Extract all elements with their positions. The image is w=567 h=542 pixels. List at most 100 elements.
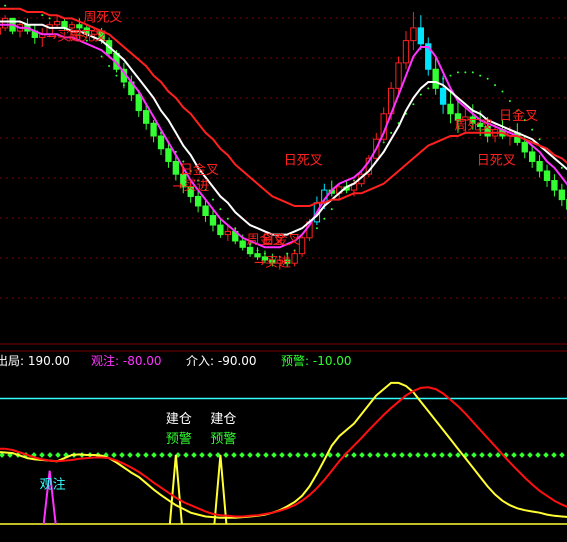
- warning-dot: [111, 452, 117, 458]
- warning-dot: [543, 452, 549, 458]
- warning-dot: [199, 452, 205, 458]
- chart-annotation: 周死叉: [83, 11, 122, 26]
- dot-band-point: [390, 131, 393, 134]
- dot-band-point: [479, 74, 482, 77]
- warning-dot: [335, 452, 341, 458]
- candle-body: [447, 103, 454, 115]
- status-item-enter: 介入: -90.00: [186, 354, 257, 368]
- candle-body: [135, 94, 142, 112]
- dot-band-point: [100, 55, 103, 58]
- warning-dot: [511, 452, 517, 458]
- dot-band-point: [323, 217, 326, 220]
- warning-dot: [391, 452, 397, 458]
- candle-body: [521, 141, 528, 153]
- warning-dot: [167, 452, 173, 458]
- chart-stage: →买进 周死叉 周死叉 日金叉 →买进 周金叉 日金叉 →买进 日死叉 周死叉 日金叉 日死叉 出局:…: [0, 0, 567, 542]
- chart-annotation: 日金叉: [262, 232, 301, 248]
- dot-band-point: [464, 71, 467, 74]
- warning-dot: [223, 452, 229, 458]
- chart-annotation: 日金叉: [499, 108, 538, 124]
- warning-dot: [311, 452, 317, 458]
- warning-dot: [431, 452, 437, 458]
- warning-dot: [207, 452, 213, 458]
- candle-body: [68, 24, 76, 29]
- dot-band-point: [560, 166, 563, 169]
- candle-body: [194, 195, 202, 207]
- warning-dot: [247, 452, 253, 458]
- warning-dot: [447, 452, 453, 458]
- oscillator-chart[interactable]: 观注 建仓预警 建仓预警: [0, 372, 567, 542]
- warning-dot: [303, 452, 309, 458]
- candle-body: [529, 151, 536, 162]
- warning-dot: [359, 452, 365, 458]
- candle-body: [402, 40, 410, 64]
- candle-body: [157, 135, 165, 150]
- warning-dot: [47, 452, 53, 458]
- warning-dot: [183, 452, 189, 458]
- warning-dot: [231, 452, 237, 458]
- dot-band-point: [486, 77, 489, 80]
- warning-dot: [263, 452, 269, 458]
- candle-body: [246, 246, 254, 255]
- spike-label: 建仓: [210, 412, 236, 427]
- warning-dot: [279, 452, 285, 458]
- warning-dot: [319, 452, 325, 458]
- warning-dot: [255, 452, 261, 458]
- dot-band-point: [115, 74, 118, 77]
- status-item-exit: 出局: 190.00: [0, 354, 70, 368]
- warning-dot: [479, 452, 485, 458]
- dot-band-point: [226, 217, 229, 220]
- dot-band-point: [419, 93, 422, 96]
- warning-dot: [295, 452, 301, 458]
- dot-band-point: [508, 100, 511, 103]
- candle-body: [53, 21, 61, 26]
- warning-dot: [287, 452, 293, 458]
- warning-dot: [135, 452, 141, 458]
- warning-dot: [351, 452, 357, 458]
- dot-band-point: [494, 84, 497, 87]
- warning-dot: [407, 452, 413, 458]
- candlestick-chart[interactable]: →买进周死叉周死叉日金叉→买进周金叉日金叉→买进日死叉周死叉日金叉日死叉: [0, 0, 567, 345]
- dot-band-point: [48, 17, 51, 20]
- warning-dot: [191, 452, 197, 458]
- chart-annotation: →买进: [254, 255, 291, 270]
- warning-dot: [423, 452, 429, 458]
- oscillator-line-1: [0, 386, 567, 518]
- candle-body: [239, 240, 246, 248]
- dot-band-point: [4, 4, 7, 7]
- warning-dot: [471, 452, 477, 458]
- dot-band-point: [449, 74, 452, 77]
- signal-spike: [168, 454, 183, 525]
- candle-body: [439, 87, 447, 105]
- candle-body: [217, 224, 224, 236]
- dot-band-point: [41, 14, 44, 17]
- warning-dot: [535, 452, 541, 458]
- warning-dot: [119, 452, 125, 458]
- warning-dot: [151, 452, 157, 458]
- dot-band-point: [182, 160, 185, 163]
- candle-body: [143, 110, 150, 124]
- candle-body: [410, 27, 417, 42]
- chart-annotation: 周死叉: [455, 119, 494, 134]
- chart-annotation: →买进: [172, 179, 209, 194]
- warning-dot: [399, 452, 405, 458]
- candle-body: [558, 189, 566, 201]
- warning-dot: [519, 452, 525, 458]
- spike-sublabel: 预警: [166, 431, 192, 447]
- dot-band-point: [501, 90, 504, 93]
- dot-band-point: [456, 71, 459, 74]
- candle-body: [150, 122, 157, 137]
- status-item-watch: 观注: -80.00: [91, 353, 162, 368]
- warning-dot: [239, 452, 245, 458]
- dot-band-point: [412, 103, 415, 106]
- dot-band-point: [427, 87, 430, 90]
- warning-dot: [159, 452, 165, 458]
- warning-dot: [383, 452, 389, 458]
- warning-dot: [415, 452, 421, 458]
- warning-dot: [39, 452, 45, 458]
- warning-dot: [527, 452, 533, 458]
- chart-annotation: 周死叉: [69, 30, 108, 45]
- chart-annotation: 日金叉: [180, 162, 219, 178]
- candle-body: [543, 170, 551, 182]
- warning-dot: [127, 452, 133, 458]
